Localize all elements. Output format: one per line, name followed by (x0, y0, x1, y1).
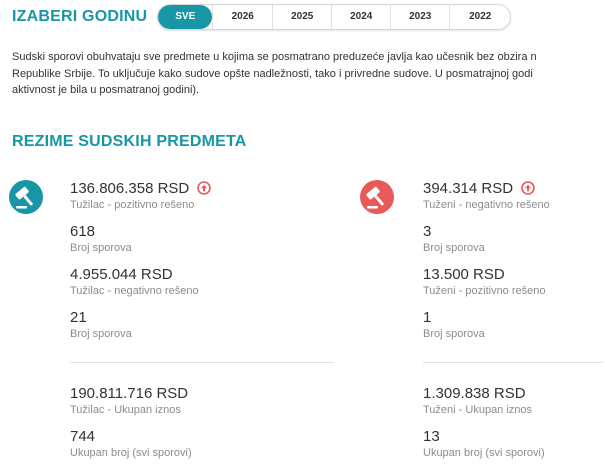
year-option-2022[interactable]: 2022 (449, 5, 510, 29)
year-option-sve[interactable]: SVE (158, 5, 213, 29)
plaintiff-positive-amount: 136.806.358 RSD Tužilac - pozitivno reše… (70, 178, 212, 213)
plaintiff-negative-amount: 4.955.044 RSD Tužilac - negativno rešeno (70, 265, 199, 298)
intro-line: Republike Srbije. To uključuje kako sudo… (12, 67, 533, 80)
defendant-positive-count: 1 Broj sporova (423, 308, 485, 341)
divider (70, 362, 334, 363)
defendant-negative-amount: 394.314 RSD Tuženi - negativno rešeno (423, 179, 550, 212)
year-selector-title: IZABERI GODINU (12, 8, 148, 25)
arrow-up-circle-icon (521, 181, 535, 195)
intro-paragraph: Sudski sporovi obuhvataju sve predmete u… (12, 49, 605, 99)
plaintiff-positive-count: 618 Broj sporova (70, 222, 132, 255)
plaintiff-negative-count: 21 Broj sporova (70, 308, 132, 341)
gavel-icon (360, 180, 394, 214)
plaintiff-total-amount: 190.811.716 RSD Tužilac - Ukupan iznos (70, 384, 189, 417)
year-option-2023[interactable]: 2023 (390, 5, 449, 29)
year-option-2026[interactable]: 2026 (212, 5, 272, 29)
section-title: REZIME SUDSKIH PREDMETA (12, 133, 247, 150)
year-pill-group: SVE 2026 2025 2024 2023 2022 (157, 4, 512, 30)
divider (423, 362, 603, 363)
arrow-up-circle-icon (197, 181, 212, 195)
intro-line: Sudski sporovi obuhvataju sve predmete u… (12, 51, 537, 63)
year-selector: IZABERI GODINU SVE 2026 2025 2024 2023 2… (12, 4, 512, 30)
defendant-total-amount: 1.309.838 RSD Tuženi - Ukupan iznos (423, 384, 533, 417)
defendant-positive-amount: 13.500 RSD Tuženi - pozitivno rešeno (423, 265, 546, 298)
gavel-icon (9, 180, 43, 214)
defendant-total-count: 13 Ukupan broj (svi sporovi) (423, 427, 545, 460)
plaintiff-total-count: 744 Ukupan broj (svi sporovi) (70, 427, 192, 460)
defendant-negative-count: 3 Broj sporova (423, 222, 485, 255)
intro-line: aktivnost je bila u posmatranoj godini). (12, 84, 200, 96)
year-option-2024[interactable]: 2024 (331, 5, 390, 29)
year-option-2025[interactable]: 2025 (272, 5, 331, 29)
